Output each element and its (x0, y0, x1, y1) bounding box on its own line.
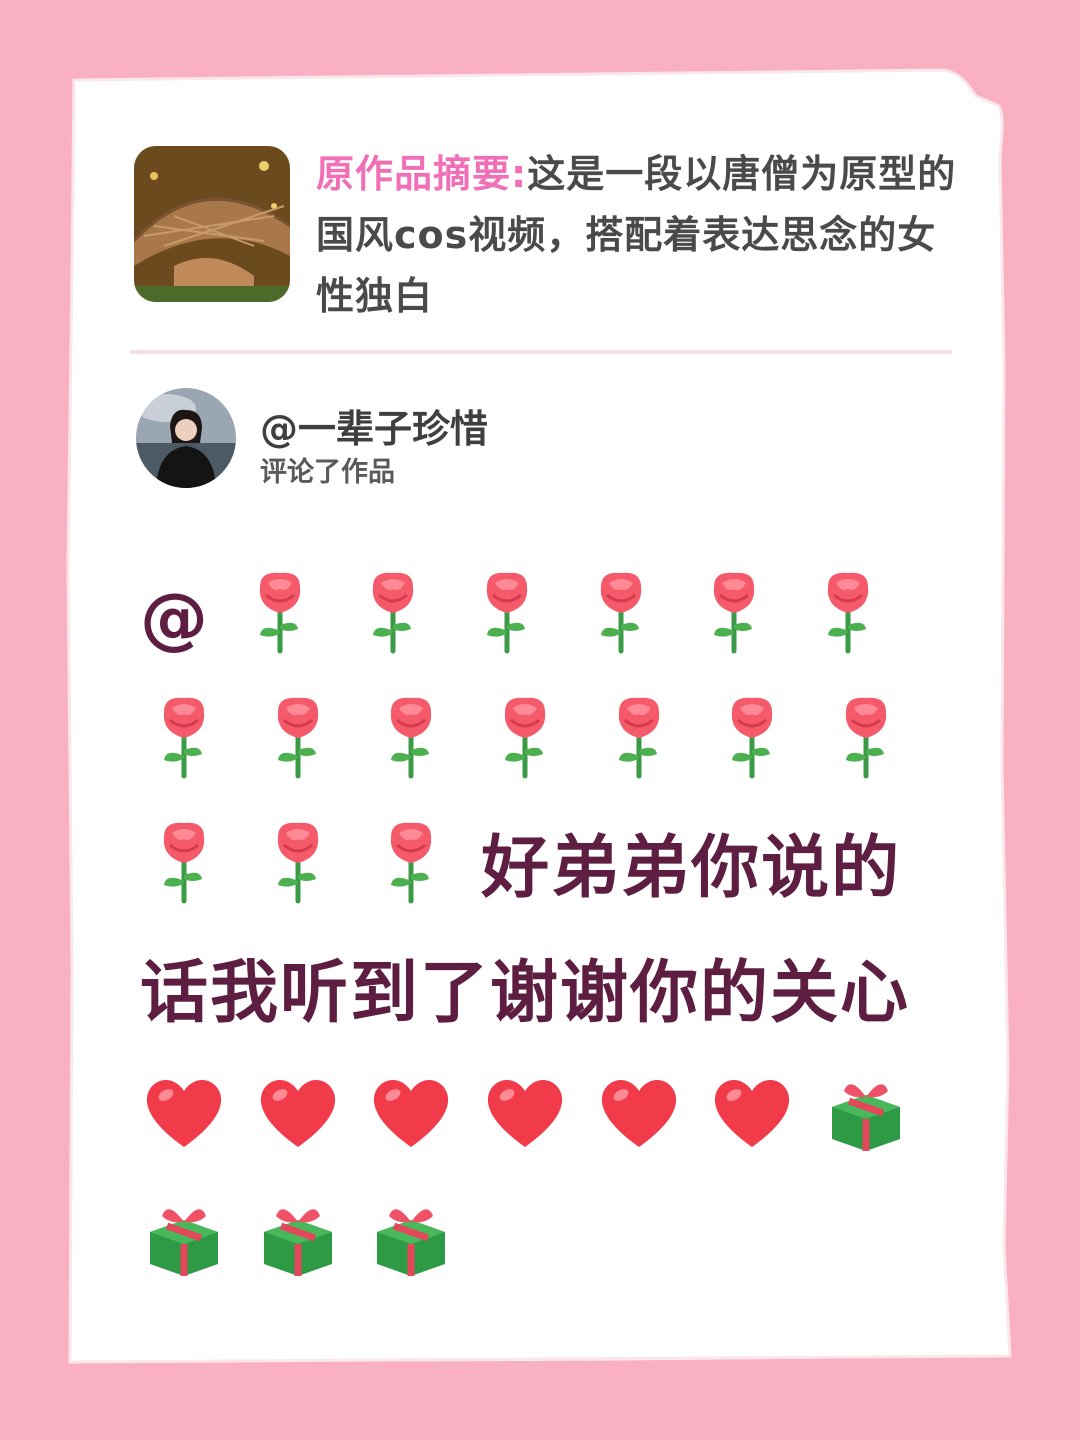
rose-icon (708, 692, 796, 780)
mention-symbol: @ (140, 579, 210, 658)
divider (130, 350, 952, 354)
avatar[interactable] (136, 388, 236, 488)
heart-icon (254, 1067, 342, 1155)
work-thumbnail[interactable] (134, 146, 290, 302)
page: { "summary": { "label": "原作品摘要:", "text"… (0, 0, 1080, 1440)
gift-icon (822, 1067, 910, 1155)
rose-icon (690, 567, 778, 655)
rose-icon (595, 692, 683, 780)
comment-text: @ 好弟弟你说的话我听到了谢谢你的关心 (140, 556, 940, 1306)
commenter-avatar-image (136, 388, 236, 488)
rose-icon (349, 567, 437, 655)
rose-icon (463, 567, 551, 655)
rose-icon (804, 567, 892, 655)
comment-card: 原作品摘要:这是一段以唐僧为原型的国风cos视频，搭配着表达思念的女性独白 @一… (64, 66, 1014, 1372)
commenter-action: 评论了作品 (260, 457, 395, 488)
rose-icon (254, 817, 342, 905)
rose-icon (367, 692, 455, 780)
summary-label: 原作品摘要: (316, 152, 528, 196)
commenter-name[interactable]: @一辈子珍惜 (260, 398, 488, 453)
rose-icon (254, 692, 342, 780)
gift-icon (140, 1192, 228, 1280)
rose-icon (236, 567, 324, 655)
heart-icon (367, 1067, 455, 1155)
heart-icon (595, 1067, 683, 1155)
heart-icon (708, 1067, 796, 1155)
original-work-summary: 原作品摘要:这是一段以唐僧为原型的国风cos视频，搭配着表达思念的女性独白 (134, 146, 964, 318)
heart-icon (481, 1067, 569, 1155)
summary-paragraph: 原作品摘要:这是一段以唐僧为原型的国风cos视频，搭配着表达思念的女性独白 (316, 144, 966, 327)
rose-icon (822, 692, 910, 780)
rose-icon (367, 817, 455, 905)
straw-hat-thumbnail-image (134, 146, 290, 302)
heart-group (140, 1079, 822, 1158)
gift-icon (254, 1192, 342, 1280)
rose-icon (140, 817, 228, 905)
rose-icon (577, 567, 665, 655)
rose-icon (481, 692, 569, 780)
commenter-row: @一辈子珍惜 评论了作品 (136, 388, 736, 492)
rose-icon (140, 692, 228, 780)
heart-icon (140, 1067, 228, 1155)
gift-icon (367, 1192, 455, 1280)
